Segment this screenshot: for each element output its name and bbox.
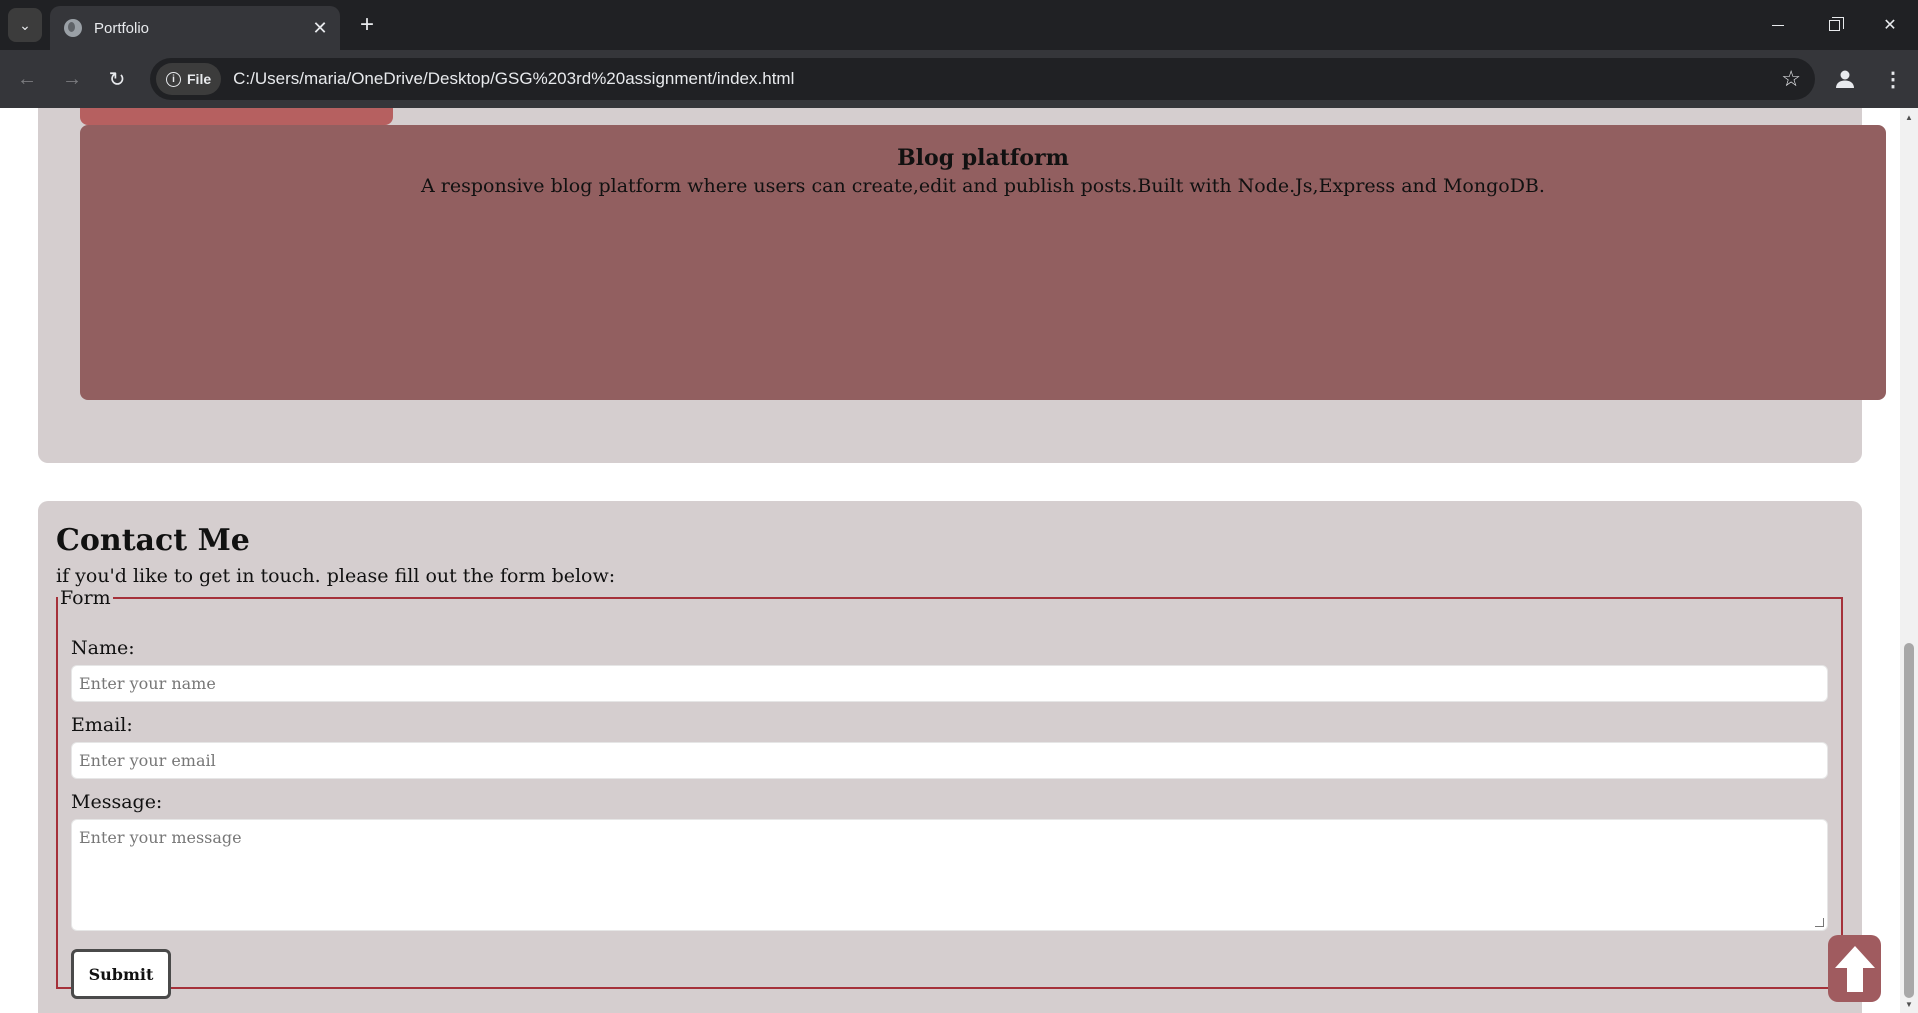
scroll-down-icon[interactable]: ▼ [1900, 997, 1918, 1011]
name-label: Name: [71, 637, 135, 659]
minimize-icon [1772, 24, 1784, 26]
profile-icon[interactable] [1830, 64, 1860, 94]
contact-section: Contact Me if you'd like to get in touch… [38, 501, 1862, 1013]
email-label: Email: [71, 714, 133, 736]
info-icon: i [166, 71, 181, 87]
scrollbar-thumb[interactable] [1904, 643, 1914, 998]
contact-intro: if you'd like to get in touch. please fi… [56, 565, 616, 587]
new-tab-button[interactable]: + [352, 10, 382, 40]
project-title: Blog platform [897, 145, 1069, 171]
arrow-left-icon[interactable]: ← [10, 62, 44, 96]
star-icon[interactable]: ☆ [1781, 66, 1801, 92]
contact-form: Form Name: Enter your name Email: Enter … [56, 587, 1843, 999]
address-bar[interactable]: i File C:/Users/maria/OneDrive/Desktop/G… [150, 58, 1815, 100]
project-card [80, 108, 393, 125]
form-legend: Form [60, 587, 111, 609]
name-placeholder: Enter your name [79, 674, 216, 693]
arrow-up-icon [1834, 945, 1875, 992]
email-field[interactable]: Enter your email [71, 742, 1828, 779]
projects-section: Blog platform A responsive blog platform… [38, 108, 1886, 463]
tab-title: Portfolio [94, 19, 150, 37]
message-label: Message: [71, 791, 163, 813]
contact-title: Contact Me [56, 523, 250, 558]
page-viewport: Blog platform A responsive blog platform… [0, 108, 1900, 1013]
project-card-blog: Blog platform A responsive blog platform… [80, 125, 1886, 400]
reload-icon[interactable]: ↻ [100, 62, 134, 96]
email-placeholder: Enter your email [79, 751, 216, 770]
chevron-down-icon[interactable]: ⌄ [8, 8, 42, 42]
close-icon[interactable]: ✕ [306, 14, 334, 42]
browser-toolbar: ← → ↻ i File C:/Users/maria/OneDrive/Des… [0, 50, 1918, 108]
scroll-up-icon[interactable]: ▲ [1900, 110, 1918, 124]
url-text[interactable]: C:/Users/maria/OneDrive/Desktop/GSG%203r… [233, 69, 794, 89]
minimize-button[interactable] [1750, 0, 1806, 50]
back-to-top-button[interactable] [1828, 935, 1881, 1002]
name-field[interactable]: Enter your name [71, 665, 1828, 702]
message-field[interactable]: Enter your message [71, 819, 1828, 931]
globe-icon [64, 19, 82, 37]
page-scrollbar[interactable]: ▲ ▼ [1900, 108, 1918, 1013]
resize-handle-icon[interactable] [1815, 918, 1824, 927]
arrow-right-icon[interactable]: → [55, 62, 89, 96]
project-description: A responsive blog platform where users c… [421, 175, 1545, 197]
restore-icon [1828, 16, 1844, 31]
file-chip-label: File [187, 71, 212, 87]
kebab-menu-icon[interactable]: ⋮ [1878, 64, 1908, 94]
site-info-chip[interactable]: i File [156, 63, 222, 95]
browser-tab-strip: ⌄ Portfolio ✕ + ✕ [0, 0, 1918, 50]
message-placeholder: Enter your message [79, 828, 242, 847]
browser-tab[interactable]: Portfolio ✕ [50, 6, 340, 50]
restore-button[interactable] [1806, 0, 1862, 50]
submit-button[interactable]: Submit [71, 949, 171, 999]
close-window-button[interactable]: ✕ [1862, 0, 1918, 50]
